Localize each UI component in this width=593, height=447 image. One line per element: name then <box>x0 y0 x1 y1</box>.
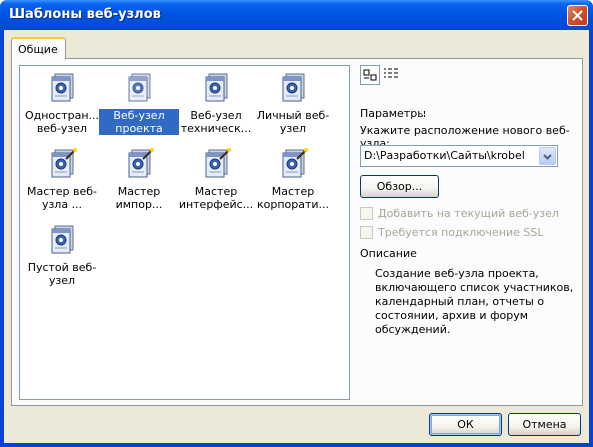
template-item[interactable]: Мастер веб-узла ... <box>22 147 102 221</box>
template-label: Мастер корпорати... <box>253 185 333 211</box>
list-view-button[interactable] <box>382 65 402 85</box>
close-button[interactable] <box>567 5 588 26</box>
template-label: Мастер интерфейс... <box>176 185 256 211</box>
browse-button[interactable]: Обзор... <box>360 175 439 198</box>
single-page-site-icon <box>51 73 74 102</box>
dialog-client: Общие Одностран... веб-узел Веб-узел прое… <box>4 30 589 443</box>
template-list[interactable]: Одностран... веб-узел Веб-узел проекта Веб… <box>19 65 350 400</box>
window-title: Шаблоны веб-узлов <box>9 7 161 22</box>
template-label-text: Личный веб-узел <box>256 109 330 135</box>
view-toggle <box>360 65 402 87</box>
ssl-checkbox[interactable] <box>360 226 373 239</box>
options-heading: Параметры <box>360 107 426 120</box>
template-label-text: Мастер интерфейс... <box>178 185 254 211</box>
template-item[interactable]: Одностран... веб-узел <box>22 71 102 145</box>
ok-button[interactable]: ОК <box>429 413 502 436</box>
location-dropdown-button[interactable] <box>539 147 556 165</box>
template-label-text: Мастер импор... <box>115 185 163 211</box>
description-separator <box>414 254 574 255</box>
location-value: D:\Разработки\Сайты\krobel <box>364 149 525 162</box>
chevron-down-icon <box>543 154 552 160</box>
template-label-text: Веб-узел проекта <box>99 109 179 135</box>
template-label: Личный веб-узел <box>253 109 333 135</box>
tab-general[interactable]: Общие <box>11 37 66 59</box>
description-heading: Описание <box>360 247 417 260</box>
large-icons-view-button[interactable] <box>360 65 380 85</box>
template-label: Пустой веб-узел <box>22 261 102 287</box>
template-label: Веб-узел техническ... <box>176 109 256 135</box>
template-label: Одностран... веб-узел <box>22 109 102 135</box>
template-label-text: Мастер корпорати... <box>256 185 330 211</box>
cancel-button[interactable]: Отмена <box>508 413 581 436</box>
personal-site-icon <box>282 73 305 102</box>
template-label: Веб-узел проекта <box>99 109 179 135</box>
template-item[interactable]: Пустой веб-узел <box>22 223 102 297</box>
template-label: Мастер импор... <box>99 185 179 211</box>
options-separator <box>422 114 574 115</box>
description-text: Создание веб-узла проекта, включающего с… <box>375 267 574 336</box>
template-item[interactable]: Мастер корпорати... <box>253 147 333 221</box>
dialog-window: Шаблоны веб-узлов Общие Одностран... веб… <box>0 0 593 447</box>
tab-general-label: Общие <box>18 43 58 56</box>
template-label: Мастер веб-узла ... <box>22 185 102 211</box>
empty-site-icon <box>51 225 74 254</box>
add-to-current-label: Добавить на текущий веб-узел <box>378 207 559 220</box>
site-wizard-icon <box>51 148 77 178</box>
add-to-current-checkbox[interactable] <box>360 207 373 220</box>
template-item[interactable]: Мастер интерфейс... <box>176 147 256 221</box>
template-item[interactable]: Личный веб-узел <box>253 71 333 145</box>
close-icon <box>572 10 583 21</box>
template-label-text: Одностран... веб-узел <box>24 109 100 135</box>
template-label-text: Веб-узел техническ... <box>180 109 252 135</box>
template-label-text: Пустой веб-узел <box>27 261 97 287</box>
ssl-label: Требуется подключение SSL <box>378 226 544 239</box>
title-bar[interactable]: Шаблоны веб-узлов <box>0 0 593 30</box>
template-label-text: Мастер веб-узла ... <box>27 185 97 211</box>
tab-panel: Одностран... веб-узел Веб-узел проекта Веб… <box>11 58 583 406</box>
project-site-icon <box>128 73 151 102</box>
template-item[interactable]: Мастер импор... <box>99 147 179 221</box>
template-item[interactable]: Веб-узел техническ... <box>176 71 256 145</box>
support-site-icon <box>205 73 228 102</box>
interface-wizard-icon <box>205 148 231 178</box>
list-view-icon <box>384 68 398 78</box>
import-wizard-icon <box>128 148 154 178</box>
location-combobox[interactable]: D:\Разработки\Сайты\krobel <box>360 145 558 167</box>
large-icons-icon <box>363 69 377 81</box>
template-item[interactable]: Веб-узел проекта <box>99 71 179 145</box>
corporate-wizard-icon <box>282 148 308 178</box>
